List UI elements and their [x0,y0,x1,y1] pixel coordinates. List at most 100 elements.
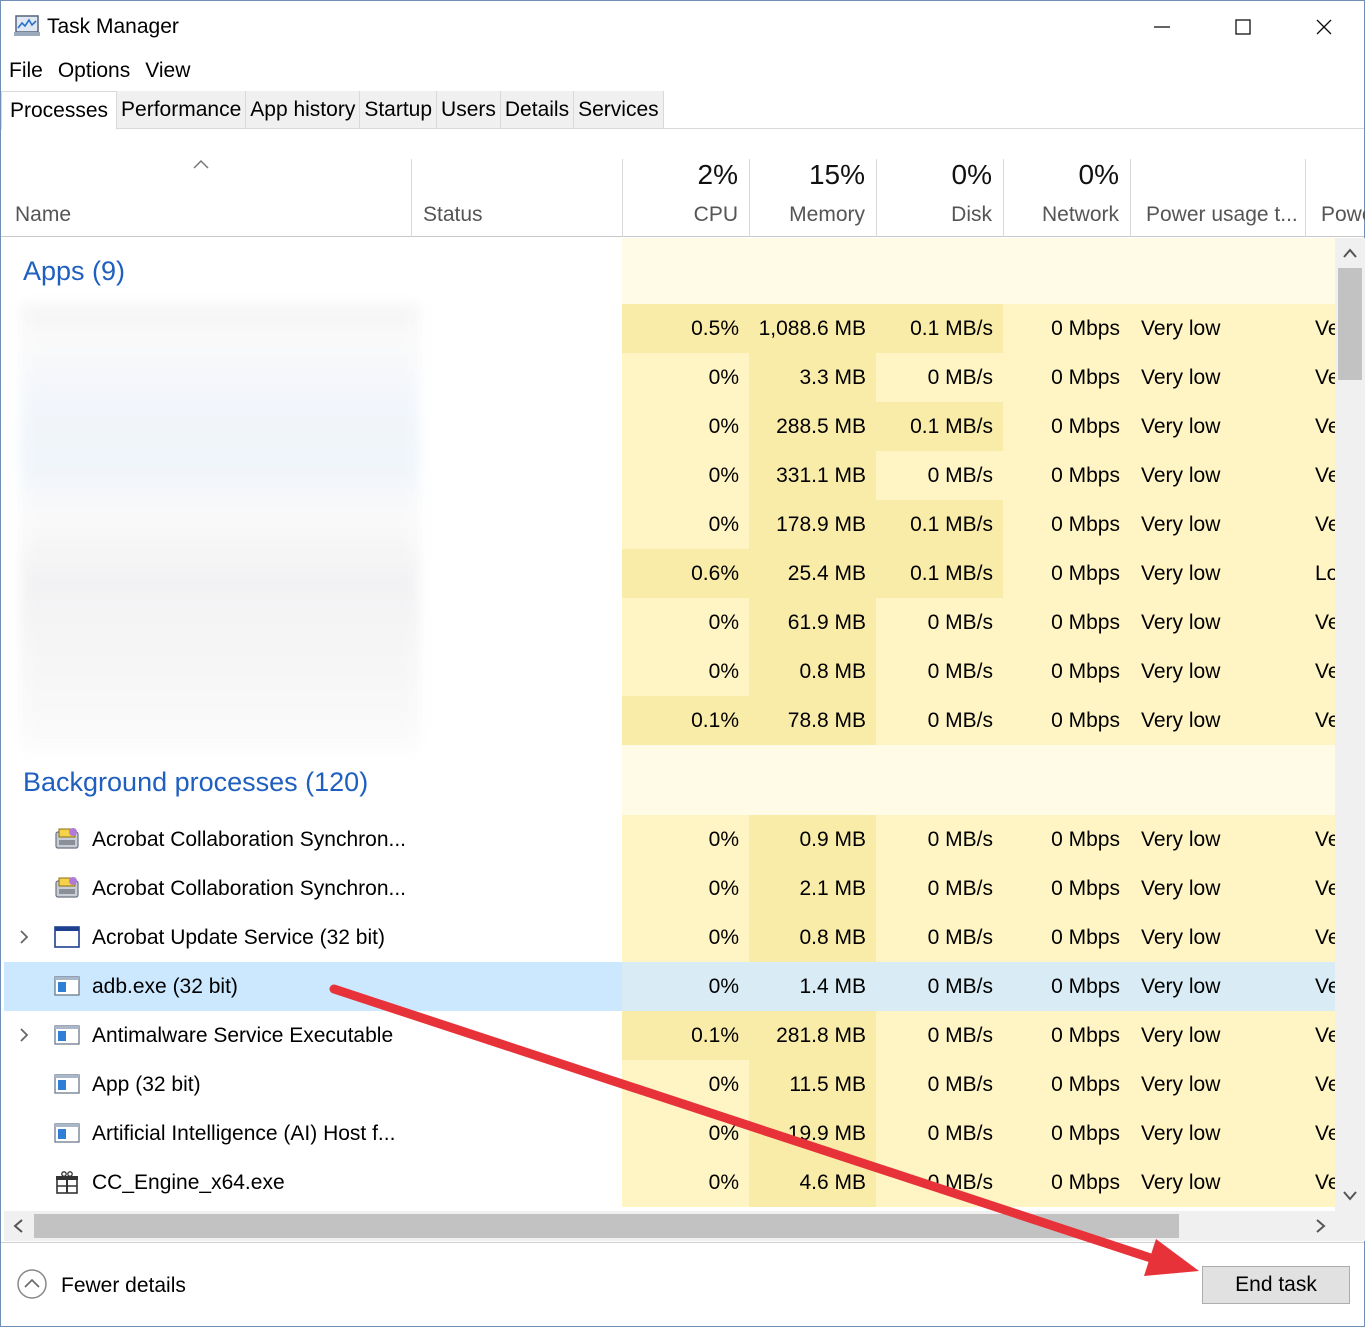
scroll-left-icon[interactable] [4,1211,34,1241]
power-usage-trend-cell: Ve [1305,1011,1335,1060]
heat-column-spacer [1003,238,1130,304]
process-row[interactable]: Acrobat Collaboration Synchron... 0% 0.9 M… [1,815,1335,864]
cpu-cell: 0% [622,402,749,451]
power-usage-trend-cell: Ve [1305,304,1335,353]
power-usage-trend-cell: Ve [1305,962,1335,1011]
horizontal-scroll-thumb[interactable] [34,1214,1179,1238]
group-header-background[interactable]: Background processes (120) [1,745,1335,815]
app-window-icon [54,976,80,996]
minimize-button[interactable] [1125,5,1199,49]
scroll-down-icon[interactable] [1335,1181,1365,1211]
app-row[interactable]: 0% 0.8 MB 0 MB/s 0 Mbps Very low Ve [1,647,1335,696]
process-row[interactable]: App (32 bit) 0% 11.5 MB 0 MB/s 0 Mbps Very lo… [1,1060,1335,1109]
heat-column-spacer [622,238,749,304]
power-usage-cell: Very low [1130,304,1305,353]
tab-services[interactable]: Services [574,91,664,128]
column-cpu[interactable]: CPU [622,203,738,227]
scroll-right-icon[interactable] [1305,1211,1335,1241]
memory-cell: 4.6 MB [749,1158,876,1207]
disk-cell: 0 MB/s [876,647,1003,696]
disk-cell: 0 MB/s [876,962,1003,1011]
task-manager-app-icon [14,15,40,36]
app-row[interactable]: 0.6% 25.4 MB 0.1 MB/s 0 Mbps Very low Lo [1,549,1335,598]
power-usage-cell: Very low [1130,815,1305,864]
tab-app-history[interactable]: App history [246,91,361,128]
process-row[interactable]: Acrobat Collaboration Synchron... 0% 2.1 M… [1,864,1335,913]
menu-options[interactable]: Options [50,55,137,87]
disk-cell: 0.1 MB/s [876,304,1003,353]
app-row[interactable]: 0% 288.5 MB 0.1 MB/s 0 Mbps Very low Ve [1,402,1335,451]
tab-users[interactable]: Users [437,91,501,128]
menu-view[interactable]: View [137,55,197,87]
app-row[interactable]: 0% 3.3 MB 0 MB/s 0 Mbps Very low Ve [1,353,1335,402]
vertical-scroll-thumb[interactable] [1338,268,1362,380]
maximize-icon [1235,19,1251,35]
heat-column-spacer [876,238,1003,304]
app-row[interactable]: 0% 178.9 MB 0.1 MB/s 0 Mbps Very low Ve [1,500,1335,549]
disk-cell: 0.1 MB/s [876,402,1003,451]
tab-processes[interactable]: Processes [1,91,118,130]
process-name: Acrobat Collaboration Synchron... [92,877,407,900]
cpu-cell: 0% [622,815,749,864]
cpu-cell: 0% [622,962,749,1011]
column-network[interactable]: Network [1003,203,1119,227]
column-header: Name Status 2% CPU 15% Memory 0% Disk 0%… [1,153,1365,237]
close-button[interactable] [1287,5,1361,49]
column-divider [1130,159,1131,237]
memory-cell: 1.4 MB [749,962,876,1011]
horizontal-scrollbar[interactable] [4,1211,1335,1241]
expand-chevron-icon[interactable] [17,1025,31,1045]
tab-startup[interactable]: Startup [360,91,438,128]
memory-cell: 11.5 MB [749,1060,876,1109]
power-usage-trend-cell: Ve [1305,647,1335,696]
network-cell: 0 Mbps [1003,1109,1130,1158]
power-usage-cell: Very low [1130,598,1305,647]
tab-performance[interactable]: Performance [117,91,247,128]
column-power-usage[interactable]: Power usage t... [1146,203,1298,227]
network-cell: 0 Mbps [1003,402,1130,451]
memory-cell: 0.9 MB [749,815,876,864]
app-row[interactable]: 0% 61.9 MB 0 MB/s 0 Mbps Very low Ve [1,598,1335,647]
heat-column-spacer [749,745,876,815]
process-name: Acrobat Update Service (32 bit) [92,926,385,949]
menu-file[interactable]: File [1,55,50,87]
scrollbar-corner [1335,1211,1365,1241]
process-name: Artificial Intelligence (AI) Host f... [92,1122,396,1145]
heat-column-spacer [1305,238,1335,304]
tab-details[interactable]: Details [500,91,575,128]
app-row[interactable]: 0.1% 78.8 MB 0 MB/s 0 Mbps Very low Ve [1,696,1335,745]
maximize-button[interactable] [1206,5,1280,49]
cpu-cell: 0% [622,451,749,500]
process-row[interactable]: CC_Engine_x64.exe 0% 4.6 MB 0 MB/s 0 Mbps Ver… [1,1158,1335,1207]
power-usage-trend-cell: Ve [1305,1060,1335,1109]
column-name[interactable]: Name [15,203,71,227]
fewer-details-chevron-icon[interactable] [16,1268,48,1300]
process-row[interactable]: Artificial Intelligence (AI) Host f... 0%… [1,1109,1335,1158]
power-usage-trend-cell: Ve [1305,451,1335,500]
memory-cell: 288.5 MB [749,402,876,451]
heat-column-spacer [876,745,1003,815]
column-power-usage-trend[interactable]: Powe [1321,203,1365,227]
process-row[interactable]: Acrobat Update Service (32 bit) 0% 0.8 MB 0… [1,913,1335,962]
column-disk[interactable]: Disk [876,203,992,227]
end-task-button[interactable]: End task [1202,1266,1350,1304]
group-header-apps[interactable]: Apps (9) [1,238,1335,304]
power-usage-cell: Very low [1130,647,1305,696]
fewer-details-link[interactable]: Fewer details [61,1274,186,1298]
process-row[interactable]: Antimalware Service Executable 0.1% 281.8 … [1,1011,1335,1060]
app-row[interactable]: 0.5% 1,088.6 MB 0.1 MB/s 0 Mbps Very low Ve [1,304,1335,353]
cpu-cell: 0% [622,500,749,549]
vertical-scrollbar[interactable] [1335,238,1365,1211]
heat-column-spacer [1130,745,1305,815]
cpu-cell: 0.1% [622,696,749,745]
scroll-up-icon[interactable] [1335,238,1365,268]
column-memory[interactable]: Memory [749,203,865,227]
expand-chevron-icon[interactable] [17,927,31,947]
app-row[interactable]: 0% 331.1 MB 0 MB/s 0 Mbps Very low Ve [1,451,1335,500]
column-status[interactable]: Status [423,203,483,227]
menu-bar: File Options View [1,55,197,87]
acrobat-sync-icon [55,828,79,849]
process-row[interactable]: adb.exe (32 bit) 0% 1.4 MB 0 MB/s 0 Mbps Very… [1,962,1335,1011]
process-name: CC_Engine_x64.exe [92,1171,285,1194]
process-name: Antimalware Service Executable [92,1024,394,1047]
